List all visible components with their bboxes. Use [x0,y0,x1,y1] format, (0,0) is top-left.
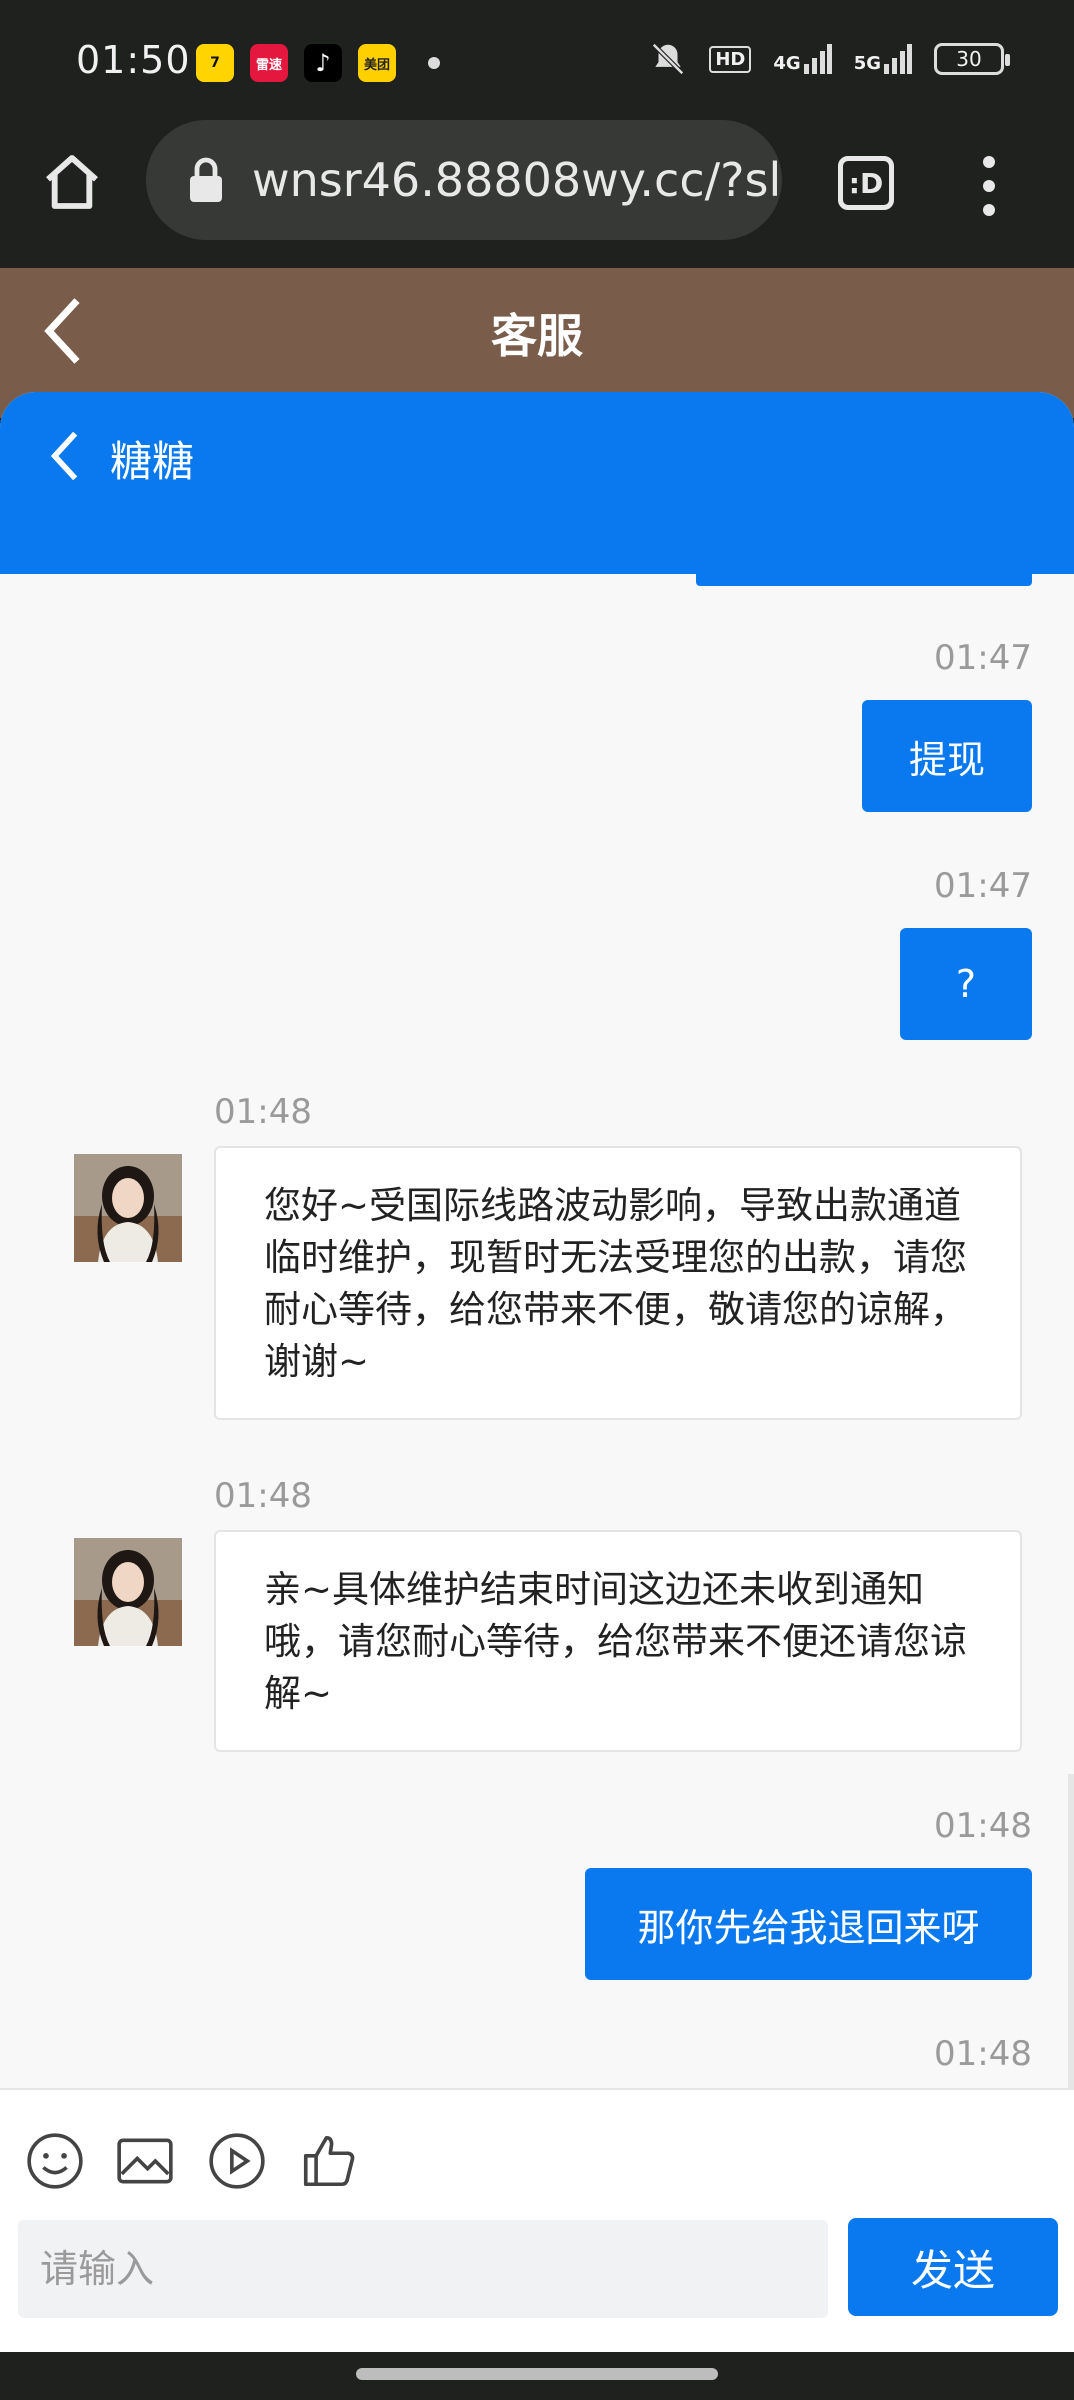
browser-toolbar: wnsr46.88808wy.cc/?sl :D [0,120,1074,268]
message-timestamp: 01:48 [214,1092,312,1132]
message-timestamp: 01:47 [934,638,1032,678]
chat-header: 糖糖 [0,392,1074,574]
lock-icon [190,157,222,202]
app-7-icon: 7 [196,44,234,82]
thumbs-up-icon[interactable] [298,2130,360,2192]
meituan-icon: 美团 [358,44,396,82]
user-message-bubble: ? [900,928,1032,1040]
chat-back-icon[interactable] [46,428,82,484]
message-timestamp: 01:47 [934,866,1032,906]
page-title: 客服 [491,309,583,363]
send-button[interactable]: 发送 [848,2218,1058,2316]
avatar-photo [74,1538,182,1646]
signal-5g: 5G [854,44,912,74]
home-icon[interactable] [40,150,104,214]
agent-message-bubble: 您好~受国际线路波动影响，导致出款通道临时维护，现暂时无法受理您的出款，请您耐心… [214,1146,1022,1420]
signal-bars-icon [803,44,832,74]
status-time: 01:50 [76,38,191,82]
message-timestamp: 01:48 [934,1806,1032,1846]
user-message-bubble: 那你先给我退回来呀 [585,1868,1032,1980]
more-menu-icon[interactable] [970,156,1008,216]
hd-badge: HD [709,45,752,73]
user-message-bubble: 提现 [862,700,1032,812]
avatar-photo [74,1154,182,1262]
message-timestamp: 01:48 [214,1476,312,1516]
status-bar: 01:50 7 雷速 ♪ 美团 HD 4G 5G 30 [0,0,1074,120]
image-icon[interactable] [114,2130,176,2192]
more-notifications-dot [428,57,440,69]
system-nav-bar [0,2352,1074,2400]
battery-icon: 30 [934,43,1010,75]
agent-name: 糖糖 [110,437,195,486]
signal-bars-icon [884,44,912,74]
mute-bell-icon [652,43,685,75]
agent-avatar [74,1154,182,1262]
video-icon[interactable] [206,2130,268,2192]
notification-app-icons: 7 雷速 ♪ 美团 [196,44,440,82]
app-leisu-icon: 雷速 [250,44,288,82]
chat-panel: 糖糖 01:47 提现 01:47 ? 01:48 您好~受国际线路波动影响，导… [0,392,1074,2352]
address-bar[interactable]: wnsr46.88808wy.cc/?sl [146,120,782,240]
url-text: wnsr46.88808wy.cc/?sl [252,153,782,207]
input-bar: 发送 [0,2088,1074,2352]
agent-message-bubble: 亲~具体维护结束时间这边还未收到通知哦，请您耐心等待，给您带来不便还请您谅解~ [214,1530,1022,1752]
message-bubble-partial [696,574,1032,586]
emoji-icon[interactable] [24,2130,86,2192]
agent-avatar [74,1538,182,1646]
tab-switcher-button[interactable]: :D [838,156,894,210]
signal-4g: 4G [773,44,832,74]
home-gesture-bar[interactable] [356,2368,718,2380]
message-input[interactable] [18,2220,828,2318]
status-indicators: HD 4G 5G 30 [649,40,1010,78]
tiktok-icon: ♪ [304,44,342,82]
message-list[interactable]: 01:47 提现 01:47 ? 01:48 您好~受国际线路波动影响，导致出款… [0,574,1074,2088]
message-timestamp: 01:48 [934,2034,1032,2074]
